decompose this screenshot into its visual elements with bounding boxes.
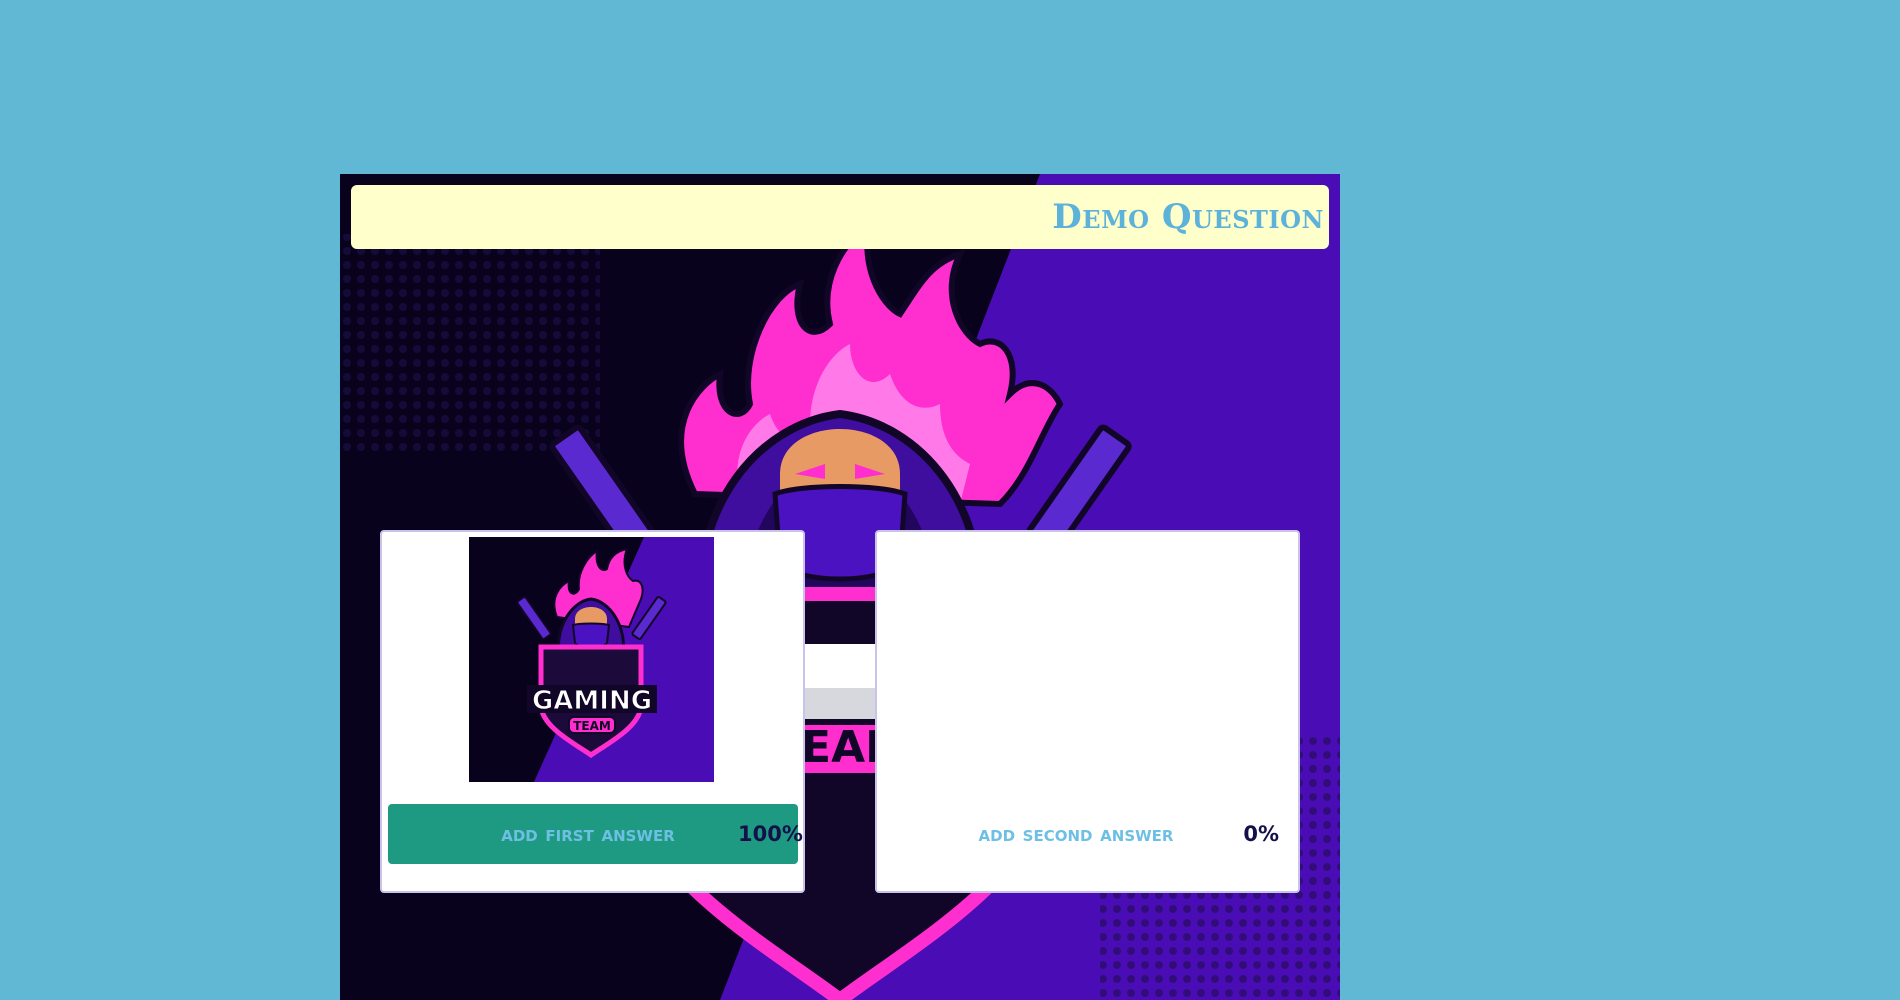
answer-percent: 0% (1243, 822, 1279, 846)
answer-percent: 100% (738, 822, 803, 846)
answer-result-bar[interactable]: add first answer 100% (388, 804, 803, 864)
answer-result-bar[interactable]: add second answer 0% (883, 804, 1293, 864)
logo-team-text: TEAM (573, 719, 611, 733)
quiz-stage: TEAM Demo Question GAMING TEAM add first… (340, 174, 1340, 1000)
answer-card-2[interactable]: add second answer 0% (875, 530, 1300, 893)
answer-card-1[interactable]: GAMING TEAM add first answer 100% (380, 530, 805, 893)
answer-image: GAMING TEAM (469, 537, 714, 782)
question-bar: Demo Question (351, 185, 1329, 249)
answer-label: add first answer (501, 821, 675, 847)
question-title: Demo Question (1052, 197, 1324, 237)
answer-label: add second answer (978, 821, 1174, 847)
gaming-team-logo-icon: GAMING TEAM (469, 537, 714, 782)
logo-gaming-text: GAMING (532, 686, 652, 716)
